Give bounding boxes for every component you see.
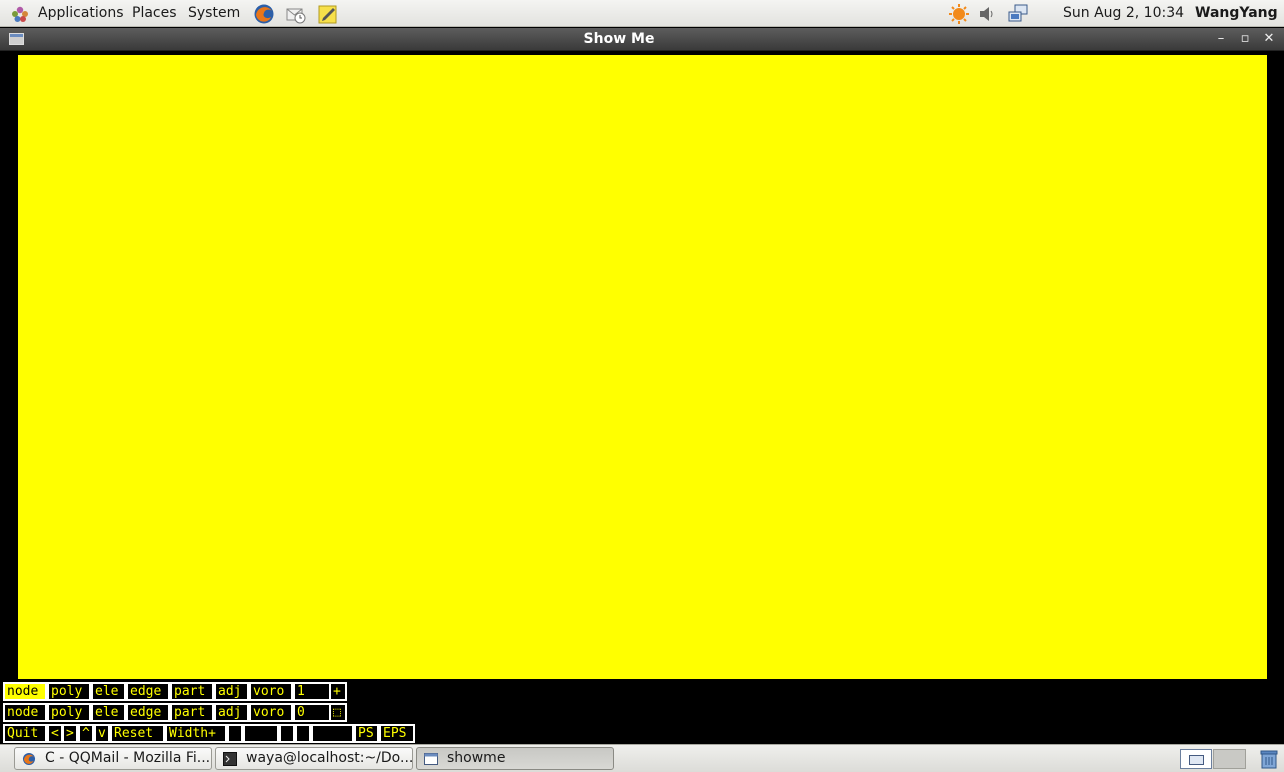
workspace-2[interactable] [1213,749,1246,769]
reset-button[interactable]: Reset [110,724,165,743]
terminal-icon [223,752,237,766]
task-showme[interactable]: showme [416,747,614,770]
blank-button-4[interactable] [295,724,311,743]
row2-node-button[interactable]: node [3,703,47,722]
blank-button-2[interactable] [243,724,279,743]
eps-button[interactable]: EPS [379,724,415,743]
blank-button-1[interactable] [227,724,243,743]
row1-ele-button[interactable]: ele [91,682,126,701]
close-button[interactable]: ✕ [1260,30,1278,48]
notes-icon[interactable] [317,3,339,25]
row2-part-button[interactable]: part [170,703,214,722]
user-name[interactable]: WangYang [1195,0,1278,27]
blank-button-5[interactable] [311,724,354,743]
top-panel: Applications Places System Sun Aug 2, 10… [0,0,1284,27]
blank-button-3[interactable] [279,724,295,743]
row1-node-button[interactable]: node [3,682,47,701]
row1-poly-button[interactable]: poly [47,682,91,701]
update-notifier-icon[interactable] [948,3,970,25]
task-terminal[interactable]: waya@localhost:~/Do... [215,747,413,770]
window-client-area [0,52,1284,744]
volume-icon[interactable] [977,3,999,25]
task-firefox[interactable]: C - QQMail - Mozilla Fi... [14,747,212,770]
menu-applications[interactable]: Applications [38,0,124,27]
quit-button[interactable]: Quit [3,724,47,743]
bottom-panel: C - QQMail - Mozilla Fi... waya@localhos… [0,744,1284,772]
workspace-1[interactable] [1180,749,1212,769]
pan-up-button[interactable]: ^ [78,724,94,743]
window-title: Show Me [583,31,655,47]
gnome-foot-icon[interactable] [9,3,31,25]
row2-poly-button[interactable]: poly [47,703,91,722]
ps-button[interactable]: PS [354,724,379,743]
row2-voro-button[interactable]: voro [249,703,293,722]
row2-edge-button[interactable]: edge [126,703,170,722]
row2-number-field[interactable]: 0 [293,703,331,722]
row1-voro-button[interactable]: voro [249,682,293,701]
workspace-window-thumb [1189,755,1204,765]
row1-plus-button[interactable]: + [329,682,347,701]
pan-right-button[interactable]: > [62,724,78,743]
task-label: C - QQMail - Mozilla Fi... [45,750,211,766]
pan-down-button[interactable]: v [94,724,110,743]
menu-system[interactable]: System [188,0,240,27]
drawing-canvas[interactable] [18,55,1267,679]
menu-places[interactable]: Places [132,0,177,27]
trash-icon[interactable] [1260,749,1278,769]
network-icon[interactable] [1007,3,1029,25]
task-label: showme [447,750,506,766]
minimize-button[interactable]: – [1212,30,1230,48]
clock[interactable]: Sun Aug 2, 10:34 [1063,0,1184,27]
row1-edge-button[interactable]: edge [126,682,170,701]
row1-part-button[interactable]: part [170,682,214,701]
row1-number-field[interactable]: 1 [293,682,331,701]
pan-left-button[interactable]: < [47,724,63,743]
row2-toggle-button[interactable]: ⬚ [329,703,347,722]
row1-adj-button[interactable]: adj [214,682,249,701]
maximize-button[interactable]: ▫ [1236,30,1254,48]
width-plus-button[interactable]: Width+ [165,724,227,743]
firefox-icon[interactable] [253,3,275,25]
firefox-icon [22,752,36,766]
row2-ele-button[interactable]: ele [91,703,126,722]
task-label: waya@localhost:~/Do... [246,750,413,766]
row2-adj-button[interactable]: adj [214,703,249,722]
mail-clock-icon[interactable] [285,3,307,25]
window-titlebar[interactable]: Show Me – ▫ ✕ [0,28,1284,51]
window-icon [424,753,438,765]
